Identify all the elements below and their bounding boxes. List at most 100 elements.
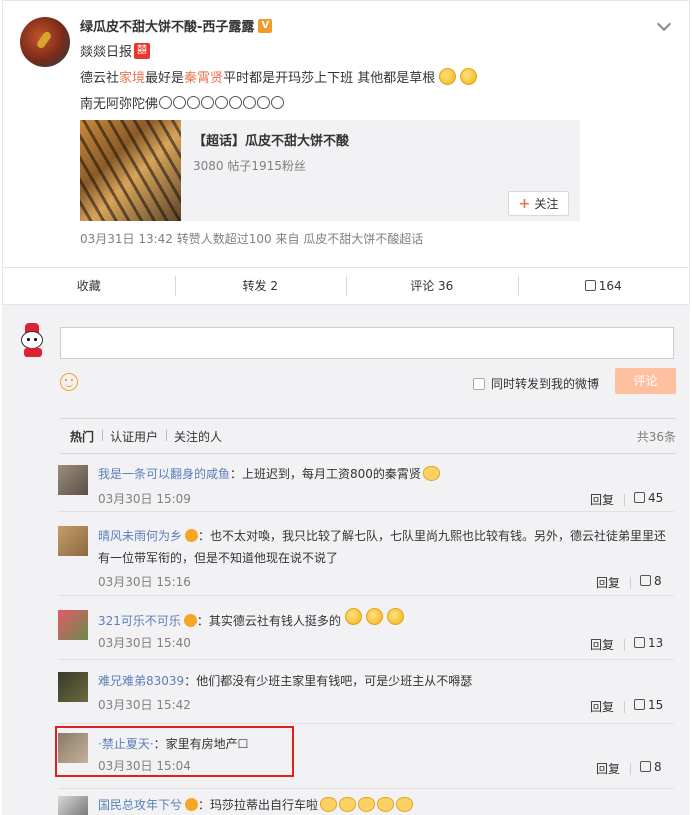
double-happiness-emoji-icon: 囍 — [134, 42, 151, 59]
topic-link-jiajing[interactable]: 家境 — [119, 67, 145, 86]
commenter-avatar[interactable] — [58, 526, 88, 556]
current-user-avatar[interactable] — [16, 323, 50, 357]
comment-text: ：上班迟到，每月工资800的秦霄贤 — [230, 467, 421, 481]
crown-badge-icon — [185, 798, 199, 811]
post-meta: 03月31日 13:42 转赞人数超过100 来自 瓜皮不甜大饼不酸超话 — [80, 232, 424, 246]
comment-like-button[interactable]: 15 — [634, 698, 663, 712]
comment-item: 321可乐不可乐 ：其实德云社有钱人挺多的 03月30日 15:40 回复 13 — [58, 602, 674, 660]
author-avatar[interactable] — [20, 17, 70, 67]
tongue-face-emoji-icon — [344, 608, 362, 625]
commenter-name[interactable]: 我是一条可以翻身的咸鱼 — [98, 467, 230, 481]
reply-button[interactable]: 回复 — [590, 636, 614, 653]
comment-like-button[interactable]: 8 — [640, 574, 662, 588]
repost-checkbox[interactable] — [473, 377, 485, 390]
comment-tabs: 热门 认证用户 关注的人 共36条 — [60, 418, 676, 454]
cat-emoji-icon — [358, 797, 376, 812]
supertopic-stats: 3080 帖子1915粉丝 — [193, 159, 306, 173]
comment-input[interactable] — [60, 327, 674, 359]
post-text-1: 燚燚日报 — [80, 45, 133, 60]
reply-button[interactable]: 回复 — [590, 491, 614, 508]
comment-like-button[interactable]: 45 — [634, 491, 663, 505]
commenter-name[interactable]: 国民总攻年下兮 — [98, 798, 182, 812]
comment-text: ：玛莎拉蒂出自行车啦 — [198, 798, 319, 812]
reply-button[interactable]: 回复 — [596, 760, 620, 777]
topic-link-qinxiaoxian[interactable]: 秦霄贤 — [184, 67, 223, 86]
comment-like-count: 8 — [654, 574, 662, 588]
commenter-avatar[interactable] — [58, 610, 88, 640]
comment-text-line: 国民总攻年下兮 ：玛莎拉蒂出自行车啦 — [98, 794, 674, 815]
comment-item: 我是一条可以翻身的咸鱼：上班迟到，每月工资800的秦霄贤 03月30日 15:0… — [58, 458, 674, 512]
comment-like-count: 13 — [648, 636, 664, 650]
comment-time: 03月30日 15:16 — [98, 575, 191, 589]
pray-emoji-icon — [271, 96, 285, 109]
tab-following[interactable]: 关注的人 — [166, 428, 230, 445]
pray-emoji-icon — [187, 96, 201, 109]
comment-item: 国民总攻年下兮 ：玛莎拉蒂出自行车啦 — [58, 792, 674, 815]
reply-button[interactable]: 回复 — [596, 574, 620, 591]
chevron-down-icon[interactable] — [656, 16, 672, 32]
tab-hot[interactable]: 热门 — [60, 428, 102, 445]
tab-verified[interactable]: 认证用户 — [102, 428, 166, 445]
cat-emoji-icon — [396, 797, 414, 812]
repost-label: 同时转发到我的微博 — [491, 377, 600, 391]
comment-item: 难兄难弟83039：他们都没有少班主家里有钱吧，可是少班主从不嘚瑟 03月30日… — [58, 666, 674, 724]
comment-like-count: 45 — [648, 491, 664, 505]
comment-text: ：也不太对喚，我只比较了解七队，七队里尚九熙也比较有钱。另外，德云社徒弟里里还有… — [98, 529, 667, 565]
follow-label: 关注 — [534, 197, 559, 211]
supertopic-card[interactable]: 【超话】瓜皮不甜大饼不酸 3080 帖子1915粉丝 + 关注 — [80, 120, 580, 221]
divider — [624, 494, 625, 506]
repost-button[interactable]: 转发 2 — [174, 276, 347, 296]
weibo-post: 绿瓜皮不甜大饼不酸-西子露露 V 燚燚日报 囍 德云社 家境 最好是 秦霄贤 平… — [2, 0, 690, 267]
commenter-avatar[interactable] — [58, 465, 88, 495]
submit-comment-button[interactable]: 评论 — [615, 368, 676, 394]
comment-text-line: 我是一条可以翻身的咸鱼：上班迟到，每月工资800的秦霄贤 — [98, 463, 674, 485]
supertopic-title[interactable]: 【超话】瓜皮不甜大饼不酸 — [193, 130, 568, 149]
commenter-name[interactable]: 晴风未雨何为乡 — [98, 529, 182, 543]
thumbs-up-icon — [640, 761, 651, 772]
thumbs-up-icon — [634, 492, 645, 503]
comment-text-line: 难兄难弟83039：他们都没有少班主家里有钱吧，可是少班主从不嘚瑟 — [98, 670, 674, 692]
comment-like-button[interactable]: 13 — [634, 636, 663, 650]
cat-emoji-icon — [339, 797, 357, 812]
post-line-2: 德云社 家境 最好是 秦霄贤 平时都是开玛莎上下班 其他都是草根 — [80, 67, 478, 86]
comment-time: 03月30日 15:09 — [98, 492, 191, 506]
comment-button[interactable]: 评论 36 — [346, 276, 518, 296]
commenter-name[interactable]: 难兄难弟83039 — [98, 674, 184, 688]
verified-badge-icon: V — [258, 18, 273, 33]
comment-text: ：其实德云社有钱人挺多的 — [196, 614, 341, 628]
comment-like-button[interactable]: 8 — [640, 760, 662, 774]
cat-emoji-icon — [377, 797, 395, 812]
commenter-avatar[interactable] — [58, 672, 88, 702]
thumbs-up-icon — [640, 575, 651, 586]
post-text-2a: 德云社 — [80, 71, 120, 86]
author-row: 绿瓜皮不甜大饼不酸-西子露露 V — [80, 16, 273, 35]
author-name[interactable]: 绿瓜皮不甜大饼不酸-西子露露 — [80, 16, 254, 35]
crown-badge-icon — [185, 529, 199, 542]
pray-emoji-icon — [159, 96, 173, 109]
follow-button[interactable]: + 关注 — [508, 191, 569, 216]
emoji-picker-icon[interactable] — [60, 373, 78, 391]
commenter-avatar[interactable] — [58, 796, 88, 815]
post-text-2c: 平时都是开玛莎上下班 其他都是草根 — [223, 71, 436, 86]
thumbs-up-icon — [584, 280, 596, 291]
like-button[interactable]: 164 — [517, 276, 690, 296]
post-line-1: 燚燚日报 囍 — [80, 41, 151, 60]
pray-emoji-icon — [201, 96, 215, 109]
pray-emoji-icon — [173, 96, 187, 109]
collect-button[interactable]: 收藏 — [3, 276, 175, 296]
thumbs-up-icon — [634, 637, 645, 648]
comment-like-count: 15 — [648, 698, 664, 712]
cat-emoji-icon — [422, 466, 440, 481]
post-line-3: 南无阿弥陀佛 — [80, 93, 285, 112]
post-text-3: 南无阿弥陀佛 — [80, 97, 159, 112]
reply-button[interactable]: 回复 — [590, 698, 614, 715]
pray-emoji-icon — [229, 96, 243, 109]
repost-option[interactable]: 同时转发到我的微博 — [473, 375, 599, 392]
tiger-thumbnail[interactable] — [80, 120, 181, 221]
like-count: 164 — [598, 279, 622, 293]
commenter-name[interactable]: 321可乐不可乐 — [98, 614, 181, 628]
crown-badge-icon — [183, 614, 197, 627]
pray-emoji-icon — [243, 96, 257, 109]
comment-like-count: 8 — [654, 760, 662, 774]
pray-emoji-icon — [257, 96, 271, 109]
